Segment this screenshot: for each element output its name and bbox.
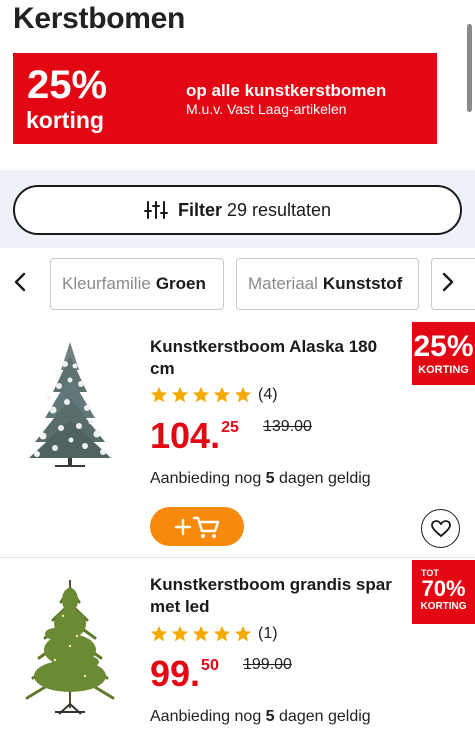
deal-prefix: Aanbieding nog [150, 470, 262, 487]
chip-value: Groen [155, 274, 206, 293]
chevron-left-icon[interactable] [9, 270, 31, 294]
old-price: 199.00 [243, 656, 292, 673]
badge-percent: 25% [413, 330, 474, 363]
star-icon [192, 386, 210, 403]
deal-suffix: dagen geldig [279, 470, 371, 487]
discount-badge: 25% KORTING [412, 322, 475, 385]
sliders-icon [143, 201, 168, 219]
star-icon [234, 625, 252, 642]
star-icon [171, 625, 189, 642]
star-icon [150, 386, 168, 403]
product-image[interactable] [15, 576, 125, 718]
deal-days: 5 [265, 708, 275, 725]
deal-suffix: dagen geldig [279, 708, 371, 725]
badge-label: KORTING [420, 601, 467, 612]
chevron-right-icon[interactable] [437, 270, 459, 294]
discount-badge: TOT 70% KORTING [412, 560, 475, 624]
deal-text: Aanbieding nog 5 dagen geldig [150, 470, 371, 488]
review-count[interactable]: (1) [258, 625, 278, 643]
add-to-cart-button[interactable] [150, 507, 244, 546]
chip-materiaal[interactable]: Materiaal Kunststof [236, 258, 419, 310]
old-price: 139.00 [263, 418, 312, 435]
wishlist-button[interactable] [421, 509, 460, 548]
product-price: 104.25 [150, 418, 239, 454]
filter-chips: Kleurfamilie Groen Materiaal Kunststof [0, 258, 475, 310]
star-icon [213, 386, 231, 403]
product-card[interactable]: Kunstkerstboom grandis spar met led (1) … [0, 560, 475, 736]
add-to-cart-icon [174, 516, 220, 538]
rating-stars: (4) [150, 385, 278, 405]
star-icon [213, 625, 231, 642]
filter-label: Filter [177, 199, 222, 220]
promo-percent: 25% [27, 63, 108, 107]
badge-percent: 70% [421, 576, 466, 601]
rating-stars: (1) [150, 624, 278, 644]
promo-banner[interactable]: 25% korting op alle kunstkerstbomen M.u.… [13, 53, 437, 144]
price-integer: 99. [150, 653, 201, 694]
chip-value: Kunststof [322, 274, 403, 293]
filter-results: 29 resultaten [226, 199, 332, 220]
price-decimals: 25 [221, 419, 239, 436]
review-count[interactable]: (4) [258, 386, 278, 404]
deal-prefix: Aanbieding nog [150, 708, 262, 725]
badge-label: KORTING [418, 364, 469, 376]
star-icon [171, 386, 189, 403]
scrollbar[interactable] [467, 24, 472, 112]
product-name[interactable]: Kunstkerstboom Alaska 180 cm [150, 336, 406, 380]
price-integer: 104. [150, 415, 221, 456]
promo-title: op alle kunstkerstbomen [186, 81, 387, 100]
page-title: Kerstbomen [13, 2, 186, 35]
promo-subtitle: M.u.v. Vast Laag-artikelen [186, 101, 347, 117]
filter-bar: Filter 29 resultaten [0, 170, 475, 248]
price-decimals: 50 [201, 657, 219, 674]
product-card[interactable]: Kunstkerstboom Alaska 180 cm (4) 104.25 … [0, 322, 475, 558]
product-price: 99.50 [150, 656, 219, 692]
filter-button[interactable]: Filter 29 resultaten [13, 185, 462, 235]
star-icon [234, 386, 252, 403]
star-icon [150, 625, 168, 642]
chip-kleurfamilie[interactable]: Kleurfamilie Groen [50, 258, 224, 310]
deal-days: 5 [265, 470, 275, 487]
product-image[interactable] [15, 340, 125, 468]
star-icon [192, 625, 210, 642]
deal-text: Aanbieding nog 5 dagen geldig [150, 708, 371, 726]
product-name[interactable]: Kunstkerstboom grandis spar met led [150, 574, 406, 618]
heart-icon [430, 519, 451, 537]
chip-key: Materiaal [248, 274, 318, 293]
chip-key: Kleurfamilie [62, 274, 151, 293]
promo-off-label: korting [26, 107, 104, 133]
